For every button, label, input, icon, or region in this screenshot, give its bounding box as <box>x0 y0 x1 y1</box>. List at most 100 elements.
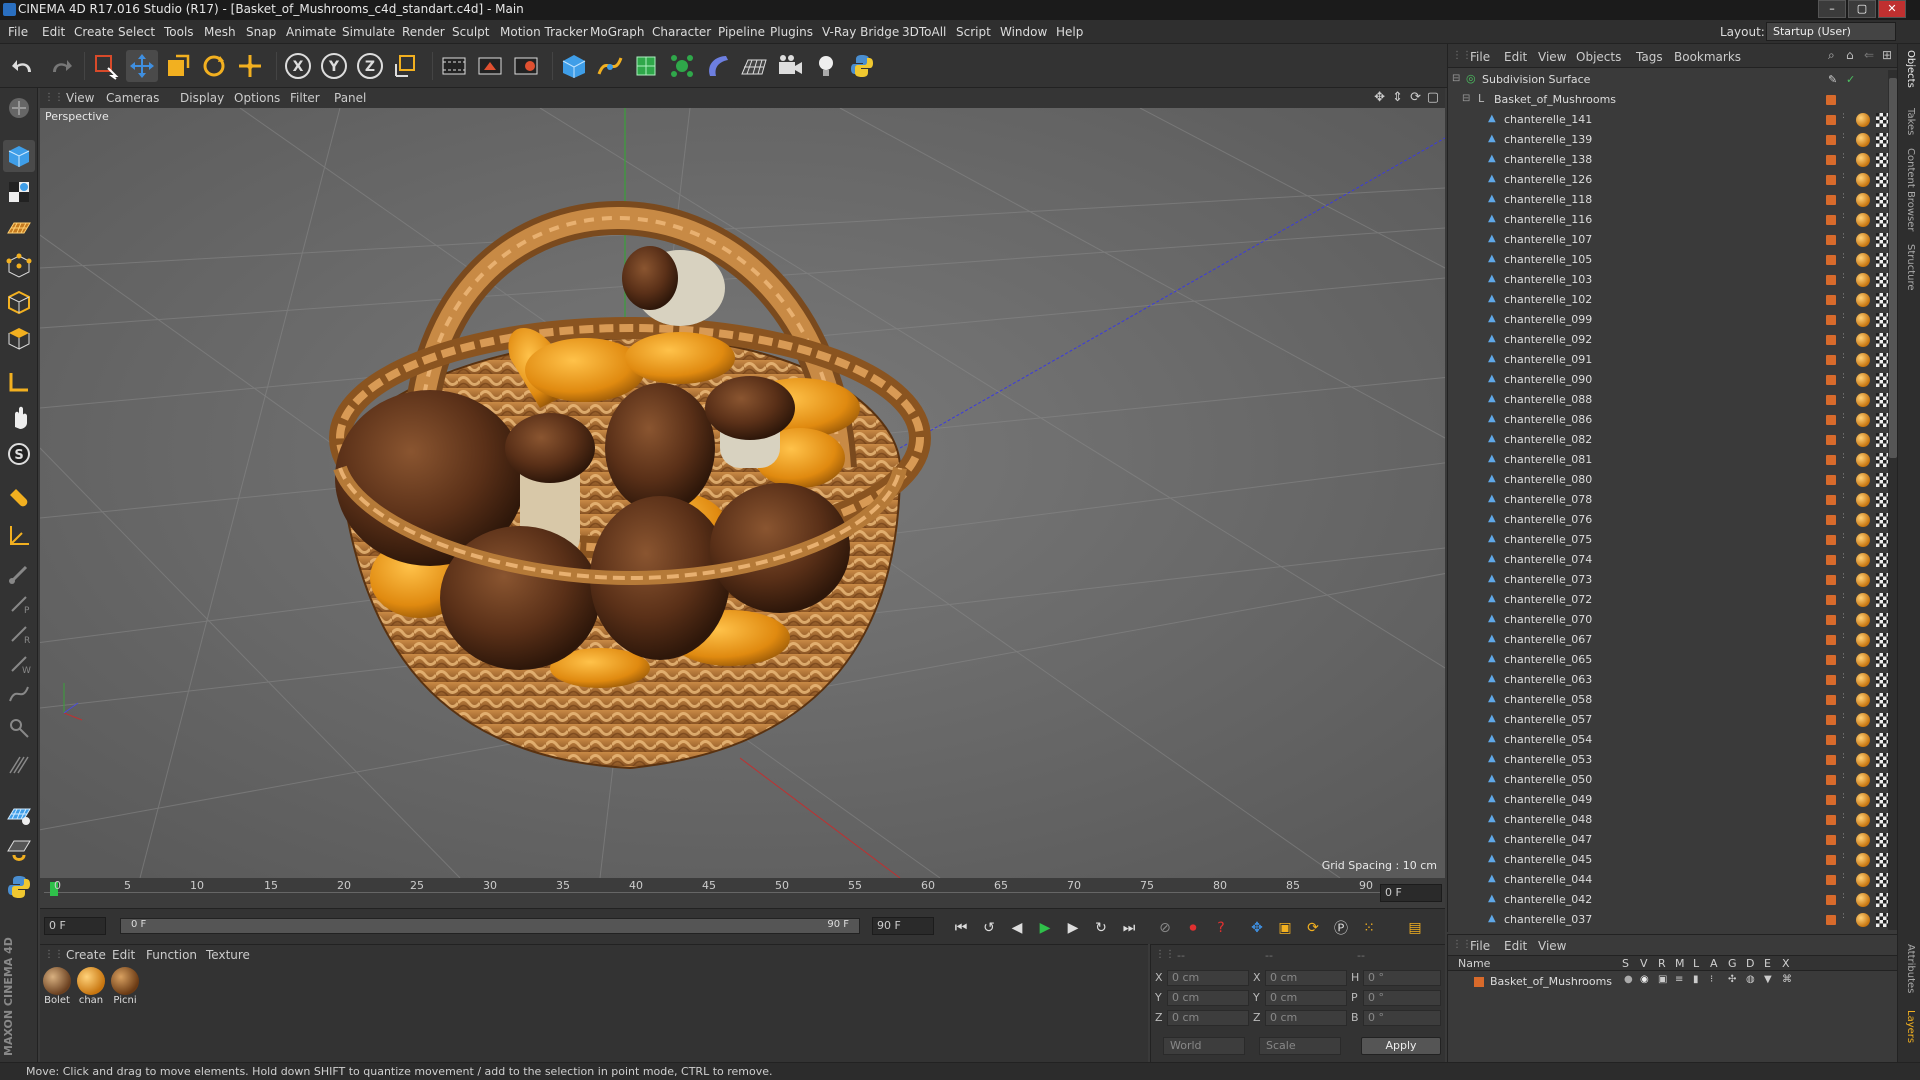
viewport-menu-view[interactable]: View <box>66 91 94 105</box>
menu-file[interactable]: File <box>8 25 28 39</box>
material-tag-icon[interactable] <box>1856 573 1870 587</box>
layer-color-swatch[interactable] <box>1826 555 1836 565</box>
uvw-tag-icon[interactable] <box>1876 713 1888 727</box>
object-name[interactable]: chanterelle_074 <box>1504 553 1592 566</box>
material-tag-icon[interactable] <box>1856 253 1870 267</box>
object-row[interactable]: ▲chanterelle_065:⁖ <box>1448 650 1888 670</box>
object-row[interactable]: ▲chanterelle_091:⁖ <box>1448 350 1888 370</box>
camera-icon[interactable] <box>774 50 806 82</box>
render-view-icon[interactable] <box>438 50 470 82</box>
coordinate-system-icon[interactable] <box>390 50 422 82</box>
object-name[interactable]: chanterelle_107 <box>1504 233 1592 246</box>
layer-color-swatch[interactable] <box>1826 115 1836 125</box>
object-row[interactable]: ▲chanterelle_048:⁖ <box>1448 810 1888 830</box>
maximize-button[interactable]: ▢ <box>1848 0 1876 18</box>
layer-color-swatch[interactable] <box>1826 675 1836 685</box>
object-name[interactable]: chanterelle_072 <box>1504 593 1592 606</box>
go-to-start-icon[interactable]: ⏮ <box>948 915 974 941</box>
object-row[interactable]: ▲chanterelle_047:⁖ <box>1448 830 1888 850</box>
visibility-dots-icon[interactable]: : <box>1842 212 1848 227</box>
layer-color-swatch[interactable] <box>1826 135 1836 145</box>
object-name[interactable]: chanterelle_076 <box>1504 513 1592 526</box>
object-name[interactable]: chanterelle_078 <box>1504 493 1592 506</box>
uvw-tag-icon[interactable] <box>1876 293 1888 307</box>
layer-color-swatch[interactable] <box>1826 615 1836 625</box>
material-tag-icon[interactable] <box>1856 413 1870 427</box>
object-row[interactable]: ▲chanterelle_063:⁖ <box>1448 670 1888 690</box>
object-row[interactable]: ▲chanterelle_141:⁖ <box>1448 110 1888 130</box>
tab-objects[interactable]: Objects <box>1905 50 1916 88</box>
object-row[interactable]: ▲chanterelle_076:⁖ <box>1448 510 1888 530</box>
object-name[interactable]: chanterelle_067 <box>1504 633 1592 646</box>
size-mode-select[interactable]: Scale <box>1259 1037 1341 1055</box>
paint-tool-icon[interactable]: P <box>3 588 35 620</box>
keyframe-mode-icon[interactable]: ⊘ <box>1152 915 1178 941</box>
hair-tool-icon[interactable] <box>3 748 35 780</box>
layer-row[interactable]: Basket_of_Mushrooms ● ◉ ▣ ≡ ▮ ⁝ ✣ ◍ ▼ ⌘ <box>1448 973 1898 991</box>
object-menu-file[interactable]: File <box>1470 50 1490 64</box>
uvw-tag-icon[interactable] <box>1876 833 1888 847</box>
visibility-dots-icon[interactable]: : <box>1842 892 1848 907</box>
menu-select[interactable]: Select <box>118 25 155 39</box>
redo-icon[interactable] <box>44 50 76 82</box>
layer-color-swatch[interactable] <box>1826 595 1836 605</box>
visibility-dots-icon[interactable]: : <box>1842 672 1848 687</box>
material-tag-icon[interactable] <box>1856 213 1870 227</box>
layer-color-swatch[interactable] <box>1826 735 1836 745</box>
auto-key-icon[interactable]: ? <box>1208 915 1234 941</box>
model-mode-icon[interactable] <box>3 140 35 172</box>
object-name[interactable]: Basket_of_Mushrooms <box>1494 93 1616 106</box>
points-mode-icon[interactable] <box>3 250 35 282</box>
viewport-menu-options[interactable]: Options <box>234 91 280 105</box>
menu-simulate[interactable]: Simulate <box>342 25 395 39</box>
visibility-dots-icon[interactable]: : <box>1842 492 1848 507</box>
object-row[interactable]: ▲chanterelle_075:⁖ <box>1448 530 1888 550</box>
visibility-dots-icon[interactable]: : <box>1842 112 1848 127</box>
pos-z-field[interactable]: 0 cm <box>1167 1010 1249 1026</box>
visibility-dots-icon[interactable]: : <box>1842 772 1848 787</box>
layer-color-swatch[interactable] <box>1826 895 1836 905</box>
visibility-dots-icon[interactable]: : <box>1842 312 1848 327</box>
menu-mograph[interactable]: MoGraph <box>590 25 645 39</box>
viewport-rotate-icon[interactable]: ⟳ <box>1410 90 1421 105</box>
object-name[interactable]: chanterelle_102 <box>1504 293 1592 306</box>
menu-pipeline[interactable]: Pipeline <box>718 25 765 39</box>
object-name[interactable]: chanterelle_091 <box>1504 353 1592 366</box>
visibility-dots-icon[interactable]: : <box>1842 152 1848 167</box>
material-tag-icon[interactable] <box>1856 493 1870 507</box>
uvw-tag-icon[interactable] <box>1876 233 1888 247</box>
drag-handle-icon[interactable]: ⋮⋮ <box>1452 50 1472 61</box>
material-tag-icon[interactable] <box>1856 353 1870 367</box>
object-row[interactable]: ▲chanterelle_044:⁖ <box>1448 870 1888 890</box>
material-tag-icon[interactable] <box>1856 593 1870 607</box>
layer-color-swatch[interactable] <box>1826 335 1836 345</box>
uvw-tag-icon[interactable] <box>1876 853 1888 867</box>
object-row[interactable]: ▲chanterelle_074:⁖ <box>1448 550 1888 570</box>
object-row[interactable]: ▲chanterelle_103:⁖ <box>1448 270 1888 290</box>
object-name[interactable]: chanterelle_141 <box>1504 113 1592 126</box>
uvw-tag-icon[interactable] <box>1876 573 1888 587</box>
uvw-tag-icon[interactable] <box>1876 253 1888 267</box>
play-icon[interactable]: ▶ <box>1032 915 1058 941</box>
layer-color-swatch[interactable] <box>1826 655 1836 665</box>
object-name[interactable]: chanterelle_080 <box>1504 473 1592 486</box>
subdivision-icon[interactable] <box>630 50 662 82</box>
snap-icon[interactable]: S <box>3 438 35 470</box>
rot-b-field[interactable]: 0 ° <box>1363 1010 1441 1026</box>
viewport-maximize-icon[interactable]: ▢ <box>1427 90 1439 105</box>
object-row[interactable]: ▲chanterelle_107:⁖ <box>1448 230 1888 250</box>
object-name[interactable]: chanterelle_050 <box>1504 773 1592 786</box>
menu-tools[interactable]: Tools <box>164 25 194 39</box>
layer-menu-file[interactable]: File <box>1470 939 1490 953</box>
visibility-dots-icon[interactable]: : <box>1842 572 1848 587</box>
object-row[interactable]: ▲chanterelle_045:⁖ <box>1448 850 1888 870</box>
object-name[interactable]: chanterelle_049 <box>1504 793 1592 806</box>
uvw-tag-icon[interactable] <box>1876 793 1888 807</box>
next-frame-icon[interactable]: ▶ <box>1060 915 1086 941</box>
layer-visible-icon[interactable]: ◉ <box>1640 974 1649 985</box>
layer-color-swatch[interactable] <box>1826 795 1836 805</box>
close-button[interactable]: ✕ <box>1878 0 1906 18</box>
object-menu-view[interactable]: View <box>1538 50 1566 64</box>
uvw-tag-icon[interactable] <box>1876 213 1888 227</box>
tab-structure[interactable]: Structure <box>1905 244 1916 291</box>
